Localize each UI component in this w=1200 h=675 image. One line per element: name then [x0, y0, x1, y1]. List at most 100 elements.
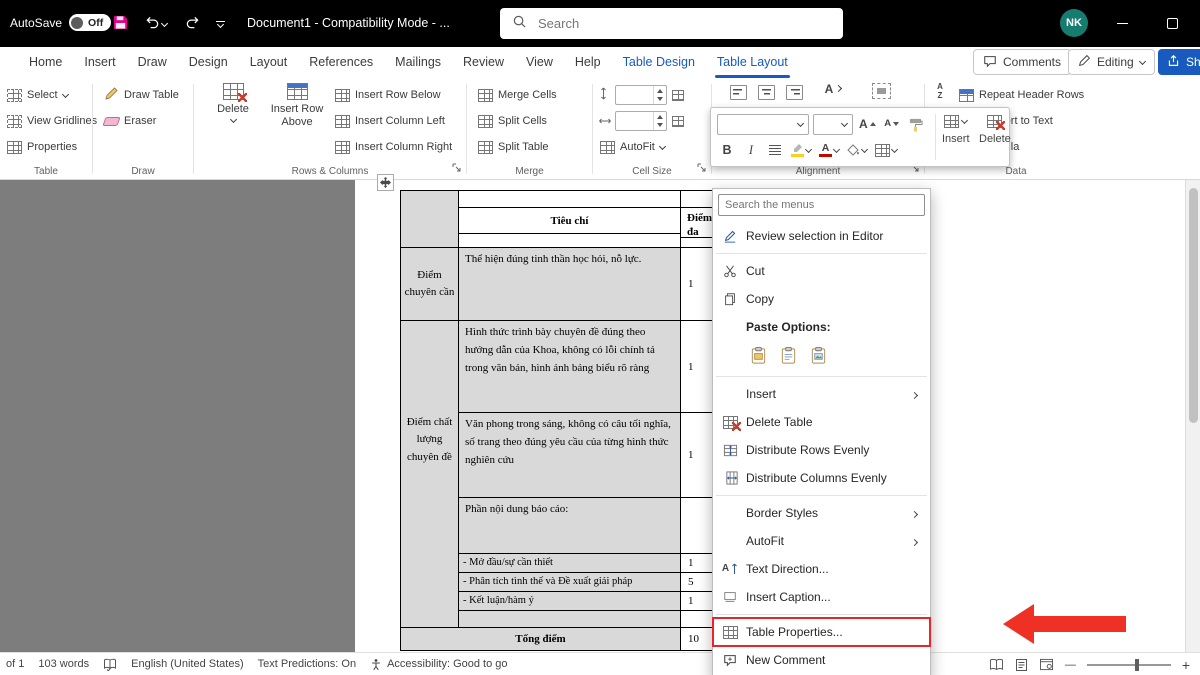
web-layout-button[interactable] — [1039, 658, 1054, 671]
search-box[interactable] — [500, 8, 843, 39]
view-gridlines-button[interactable]: View Gridlines — [2, 109, 102, 133]
insert-column-left-button[interactable]: Insert Column Left — [330, 109, 450, 133]
table-row[interactable]: Điểm chất lượng chuyên đề Hình thức trìn… — [401, 321, 761, 413]
paste-merge-formatting-button[interactable] — [776, 343, 800, 367]
word-count[interactable]: 103 words — [38, 658, 89, 670]
shrink-font-button[interactable]: A — [882, 114, 902, 135]
tab-insert[interactable]: Insert — [73, 47, 126, 78]
document-table[interactable]: Tiêu chí Điểmđa Điểm chuyên cần Thể hiện… — [400, 190, 761, 651]
undo-button[interactable] — [138, 12, 174, 36]
menu-item-table-properties[interactable]: Table Properties... — [713, 618, 930, 646]
borders-button[interactable] — [873, 140, 899, 161]
split-table-button[interactable]: Split Table — [473, 135, 554, 159]
tab-home[interactable]: Home — [18, 47, 73, 78]
minimize-button[interactable] — [1100, 0, 1144, 47]
menu-item-insert-caption[interactable]: Insert Caption... — [713, 583, 930, 611]
tab-table-design[interactable]: Table Design — [612, 47, 706, 78]
table-move-handle[interactable] — [377, 174, 394, 191]
tab-table-layout[interactable]: Table Layout — [706, 47, 799, 78]
menu-item-delete-table[interactable]: Delete Table — [713, 408, 930, 436]
grow-font-button[interactable]: A — [857, 114, 878, 135]
insert-table-button[interactable]: Insert — [942, 115, 970, 145]
restore-button[interactable] — [1150, 0, 1194, 47]
select-button[interactable]: Select — [2, 83, 73, 107]
page-indicator[interactable]: of 1 — [6, 658, 24, 670]
menu-item-text-direction[interactable]: A Text Direction... — [713, 555, 930, 583]
column-width-stepper[interactable] — [653, 112, 666, 130]
distribute-columns-icon[interactable] — [672, 116, 684, 127]
column-width-input[interactable] — [615, 111, 667, 131]
language-indicator[interactable]: English (United States) — [131, 658, 244, 670]
autosave-switch[interactable]: Off — [69, 14, 111, 31]
menu-item-autofit[interactable]: AutoFit — [713, 527, 930, 555]
vertical-scrollbar[interactable] — [1185, 180, 1200, 652]
menu-item-border-styles[interactable]: Border Styles — [713, 499, 930, 527]
paste-picture-button[interactable] — [806, 343, 830, 367]
table-cell-criteria[interactable]: Hình thức trình bày chuyên đề đúng theo … — [459, 321, 681, 413]
quick-access-overflow-button[interactable] — [206, 12, 234, 36]
read-mode-button[interactable] — [989, 658, 1004, 671]
autosave-toggle[interactable]: AutoSave Off — [10, 14, 111, 31]
menu-item-new-comment[interactable]: New Comment — [713, 646, 930, 674]
italic-button[interactable]: I — [741, 140, 761, 161]
table-cell-criteria[interactable]: - Mở đầu/sự cần thiết — [459, 554, 681, 573]
table-row[interactable]: Điểm chuyên cần Thể hiện đúng tinh thần … — [401, 248, 761, 321]
font-color-button[interactable]: A — [817, 140, 841, 161]
table-cell[interactable] — [401, 191, 459, 248]
cell-size-dialog-launcher[interactable] — [697, 159, 706, 177]
accessibility-status[interactable]: Accessibility: Good to go — [370, 658, 507, 671]
distribute-rows-icon[interactable] — [672, 90, 684, 101]
tab-help[interactable]: Help — [564, 47, 612, 78]
text-direction-button[interactable]: A — [816, 83, 850, 95]
tab-draw[interactable]: Draw — [127, 47, 178, 78]
sort-button[interactable]: AZ — [928, 83, 952, 100]
autofit-button[interactable]: AutoFit — [595, 135, 670, 159]
tab-view[interactable]: View — [515, 47, 564, 78]
table-cell-category[interactable]: Điểm chuyên cần — [401, 248, 459, 321]
table-cell-criteria[interactable] — [459, 611, 681, 628]
properties-button[interactable]: Properties — [2, 135, 82, 159]
proofing-status[interactable] — [103, 658, 117, 671]
cell-margins-button[interactable] — [864, 83, 898, 99]
justify-button[interactable] — [765, 140, 785, 161]
zoom-out-button[interactable]: — — [1065, 659, 1076, 671]
delete-button[interactable]: Delete — [210, 83, 256, 122]
menu-item-distribute-rows[interactable]: Distribute Rows Evenly — [713, 436, 930, 464]
tab-references[interactable]: References — [298, 47, 384, 78]
redo-button[interactable] — [178, 12, 206, 36]
zoom-in-button[interactable]: + — [1182, 657, 1190, 673]
align-top-center-button[interactable] — [758, 85, 775, 100]
table-cell-criteria[interactable]: - Phân tích tình thế và Đề xuất giải phá… — [459, 573, 681, 592]
row-height-stepper[interactable] — [653, 86, 666, 104]
zoom-slider-thumb[interactable] — [1135, 659, 1139, 671]
merge-cells-button[interactable]: Merge Cells — [473, 83, 562, 107]
format-painter-button[interactable] — [906, 114, 926, 135]
tab-design[interactable]: Design — [178, 47, 239, 78]
table-header-criteria[interactable]: Tiêu chí — [459, 191, 681, 248]
menu-search-input[interactable] — [718, 194, 925, 216]
align-top-right-button[interactable] — [786, 85, 803, 100]
search-input[interactable] — [536, 15, 816, 32]
save-button[interactable] — [106, 12, 134, 36]
table-cell-criteria[interactable]: Phần nội dung báo cáo: — [459, 498, 681, 554]
scrollbar-thumb[interactable] — [1189, 188, 1198, 423]
comments-button[interactable]: Comments — [973, 49, 1071, 75]
table-cell-criteria[interactable]: Thể hiện đúng tinh thần học hỏi, nỗ lực. — [459, 248, 681, 321]
paste-keep-source-button[interactable] — [746, 343, 770, 367]
share-button[interactable]: Sha — [1158, 49, 1200, 75]
bold-button[interactable]: B — [717, 140, 737, 161]
draw-table-button[interactable]: Draw Table — [99, 83, 184, 107]
font-size-select[interactable] — [813, 114, 853, 135]
zoom-slider[interactable] — [1087, 664, 1171, 666]
rows-columns-dialog-launcher[interactable] — [452, 159, 461, 177]
align-top-left-button[interactable] — [730, 85, 747, 100]
table-cell-criteria[interactable]: Văn phong trong sáng, không có câu tối n… — [459, 413, 681, 498]
repeat-header-rows-button[interactable]: Repeat Header Rows — [954, 83, 1089, 107]
tab-review[interactable]: Review — [452, 47, 515, 78]
insert-row-above-button[interactable]: Insert Row Above — [268, 83, 326, 129]
text-predictions[interactable]: Text Predictions: On — [258, 658, 356, 670]
row-height-input[interactable] — [615, 85, 667, 105]
menu-item-review-in-editor[interactable]: Review selection in Editor — [713, 222, 930, 250]
editing-mode-button[interactable]: Editing — [1068, 49, 1155, 75]
tab-layout[interactable]: Layout — [239, 47, 299, 78]
